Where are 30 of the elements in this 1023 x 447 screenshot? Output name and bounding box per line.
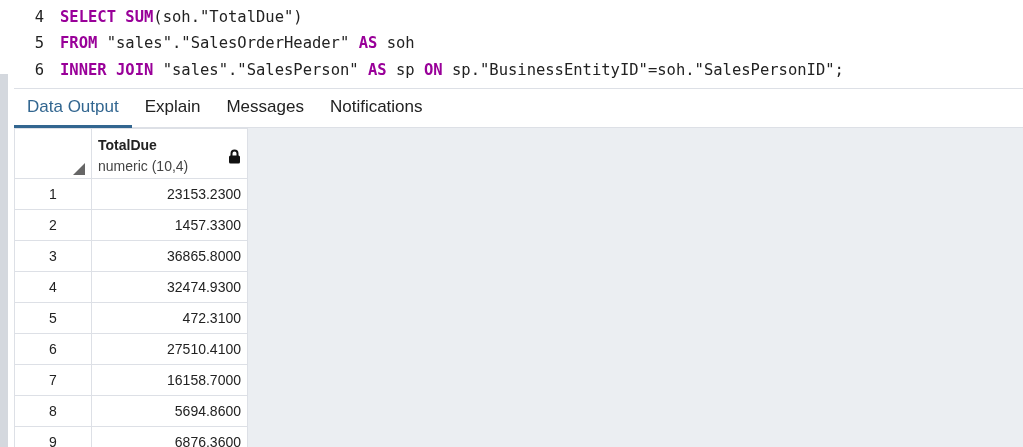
code-line: INNER JOIN "sales"."SalesPerson" AS sp ON sp."BusinessEntityID"=soh."SalesPersonID";: [60, 59, 844, 81]
table-cell: 5694.8600: [91, 395, 248, 427]
row-number: 8: [14, 395, 92, 427]
tab[interactable]: Messages: [213, 89, 317, 128]
code-line: FROM "sales"."SalesOrderHeader" AS soh: [60, 33, 415, 55]
code-line: SELECT SUM(soh."TotalDue"): [60, 6, 303, 28]
tab[interactable]: Notifications: [316, 89, 436, 128]
table-cell: 16158.7000: [91, 364, 248, 396]
line-number: 5: [33, 33, 45, 55]
sort-corner-icon: [73, 163, 85, 175]
scrollbar[interactable]: [0, 74, 8, 447]
row-number: 4: [14, 271, 92, 303]
row-number: 2: [14, 209, 92, 241]
row-number: 3: [14, 240, 92, 272]
table-cell: 32474.9300: [91, 271, 248, 303]
row-number: 5: [14, 302, 92, 334]
row-number: 6: [14, 333, 92, 365]
row-number: 9: [14, 426, 92, 447]
line-number: 6: [33, 59, 45, 81]
table-cell: 1457.3300: [91, 209, 248, 241]
tab[interactable]: Explain: [131, 89, 214, 128]
table-cell: 27510.4100: [91, 333, 248, 365]
line-number: 4: [33, 6, 45, 28]
column-name: TotalDue: [98, 136, 158, 155]
column-type: numeric (10,4): [98, 157, 189, 176]
table-cell: 472.3100: [91, 302, 248, 334]
table-cell: 36865.8000: [91, 240, 248, 272]
row-number: 1: [14, 178, 92, 210]
row-number: 7: [14, 364, 92, 396]
table-cell: 23153.2300: [91, 178, 248, 210]
